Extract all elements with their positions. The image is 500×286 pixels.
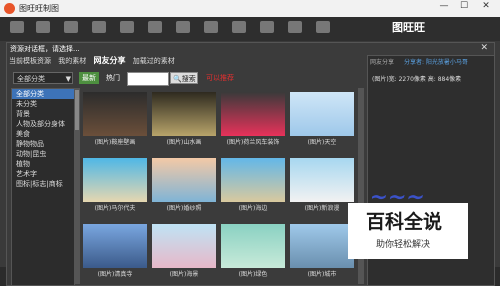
thumbnail-caption: (图片)天空 xyxy=(307,139,337,146)
category-item[interactable]: 背景 xyxy=(12,109,74,119)
thumbnail-caption: (图片)荷兰风车装饰 xyxy=(226,139,280,146)
close-window-button[interactable]: ✕ xyxy=(478,1,494,11)
tab-loaded-materials[interactable]: 加载过的素材 xyxy=(133,57,175,65)
rotate-icon[interactable] xyxy=(204,21,218,33)
category-scrollbar[interactable] xyxy=(74,88,80,284)
folder-icon[interactable] xyxy=(36,21,50,33)
thumbnail-caption: (图片)新浪漫 xyxy=(304,205,340,212)
category-item[interactable]: 动物|昆虫 xyxy=(12,149,74,159)
app-area: 图旺旺 资源对话框，请选择... ✕ 当前模板资源 我的素材 网友分享 加载过的… xyxy=(0,17,500,286)
category-item[interactable]: 图标|标志|商标 xyxy=(12,179,74,189)
image-thumbnail[interactable]: (图片)清真寺 xyxy=(83,224,147,278)
thumbnail-image xyxy=(83,158,147,202)
thumbnail-image xyxy=(221,158,285,202)
grid-icon[interactable] xyxy=(232,21,246,33)
image-thumbnail[interactable]: (图片)绿色 xyxy=(221,224,285,278)
watermark-main-text: 百科全说 xyxy=(366,211,443,233)
filter-row: 全部分类 ▼ 最新 热门 🔍搜索 可以推荐 xyxy=(9,72,359,86)
save-icon[interactable] xyxy=(64,21,78,33)
category-item[interactable]: 全部分类 xyxy=(12,89,74,99)
image-thumbnail[interactable]: (图片)新浪漫 xyxy=(290,158,354,212)
main-toolbar: 图旺旺 xyxy=(0,17,500,41)
category-item[interactable]: 静物物品 xyxy=(12,139,74,149)
print-icon[interactable] xyxy=(92,21,106,33)
image-thumbnail[interactable]: (图片)鞍座壁画 xyxy=(83,92,147,146)
thumbnail-caption: (图片)清真寺 xyxy=(97,271,133,278)
image-thumbnail[interactable]: (图片)马尔代夫 xyxy=(83,158,147,212)
image-grid: (图片)鞍座壁画 (图片)山水画 (图片)荷兰风车装饰 (图片)天空 (图片)马尔代夫 (… xyxy=(81,88,357,284)
sharer-link[interactable]: 分享者: 阳光放暑小马哥 xyxy=(404,57,468,66)
preview-info: (图片)宽: 2270像素 高: 884像素 xyxy=(372,76,462,83)
thumbnail-image xyxy=(83,224,147,268)
text-icon[interactable] xyxy=(148,21,162,33)
brand-logo: 图旺旺 xyxy=(392,21,425,34)
resource-tabs: 当前模板资源 我的素材 网友分享 加载过的素材 xyxy=(9,55,180,66)
help-icon[interactable] xyxy=(316,21,330,33)
category-item[interactable]: 人物及部分身体 xyxy=(12,119,74,129)
thumbnail-image xyxy=(152,158,216,202)
category-list: 全部分类 未分类 背景 人物及部分身体 美食 静物物品 动物|昆虫 植物 艺术字 图标|标志|商标 xyxy=(11,88,75,286)
image-thumbnail[interactable]: (图片)城市 xyxy=(290,224,354,278)
chevron-down-icon: ▼ xyxy=(65,75,71,83)
file-icon[interactable] xyxy=(10,21,24,33)
recommend-tip[interactable]: 可以推荐 xyxy=(206,72,234,84)
export-icon[interactable] xyxy=(260,21,274,33)
thumbnail-image xyxy=(83,92,147,136)
maximize-button[interactable]: ☐ xyxy=(456,1,472,11)
image-thumbnail[interactable]: (图片)海边 xyxy=(221,158,285,212)
thumbnail-caption: (图片)婚纱照 xyxy=(166,205,202,212)
thumbnail-image xyxy=(290,224,354,268)
dialog-title: 资源对话框，请选择... xyxy=(10,45,80,53)
thumbnail-image xyxy=(152,224,216,268)
latest-button[interactable]: 最新 xyxy=(79,72,99,84)
thumbnail-image xyxy=(290,158,354,202)
thumbnail-caption: (图片)海景 xyxy=(169,271,199,278)
hot-button[interactable]: 热门 xyxy=(103,72,123,84)
thumbnail-caption: (图片)山水画 xyxy=(166,139,202,146)
tab-current-template[interactable]: 当前模板资源 xyxy=(9,57,51,65)
image-thumbnail[interactable]: (图片)荷兰风车装饰 xyxy=(221,92,285,146)
category-item[interactable]: 艺术字 xyxy=(12,169,74,179)
thumbnail-caption: (图片)海边 xyxy=(238,205,268,212)
thumbnail-image xyxy=(290,92,354,136)
image-thumbnail[interactable]: (图片)天空 xyxy=(290,92,354,146)
category-select[interactable]: 全部分类 ▼ xyxy=(13,72,73,84)
search-icon: 🔍 xyxy=(173,75,182,83)
watermark-sub-text: 助你轻松解决 xyxy=(376,240,431,250)
thumbnail-caption: (图片)鞍座壁画 xyxy=(94,139,136,146)
title-bar: 图旺旺制图 — ☐ ✕ xyxy=(0,0,500,17)
dialog-close-button[interactable]: ✕ xyxy=(480,43,488,53)
search-button-label: 搜索 xyxy=(181,75,196,83)
search-input[interactable] xyxy=(127,72,169,86)
image-thumbnail[interactable]: (图片)山水画 xyxy=(152,92,216,146)
tab-user-share[interactable]: 网友分享 xyxy=(93,56,125,65)
thumbnail-caption: (图片)马尔代夫 xyxy=(94,205,136,212)
thumbnail-caption: (图片)城市 xyxy=(307,271,337,278)
search-button[interactable]: 🔍搜索 xyxy=(170,72,198,84)
image-thumbnail[interactable]: (图片)海景 xyxy=(152,224,216,278)
minimize-button[interactable]: — xyxy=(436,1,452,11)
preview-title: 网友分享 xyxy=(370,59,395,66)
image-thumbnail[interactable]: (图片)婚纱照 xyxy=(152,158,216,212)
watermark-logo: 百科全说 助你轻松解决 xyxy=(348,203,468,259)
thumbnail-image xyxy=(221,224,285,268)
window-title: 图旺旺制图 xyxy=(19,4,59,13)
thumbnail-caption: (图片)绿色 xyxy=(238,271,268,278)
image-icon[interactable] xyxy=(120,21,134,33)
category-select-value: 全部分类 xyxy=(17,75,45,83)
category-item[interactable]: 未分类 xyxy=(12,99,74,109)
thumbnail-image xyxy=(152,92,216,136)
category-item[interactable]: 植物 xyxy=(12,159,74,169)
app-logo-icon xyxy=(4,3,15,14)
crop-icon[interactable] xyxy=(176,21,190,33)
thumbnail-image xyxy=(221,92,285,136)
tab-my-materials[interactable]: 我的素材 xyxy=(58,57,86,65)
category-item[interactable]: 美食 xyxy=(12,129,74,139)
settings-icon[interactable] xyxy=(288,21,302,33)
category-scroll-thumb[interactable] xyxy=(75,90,79,130)
